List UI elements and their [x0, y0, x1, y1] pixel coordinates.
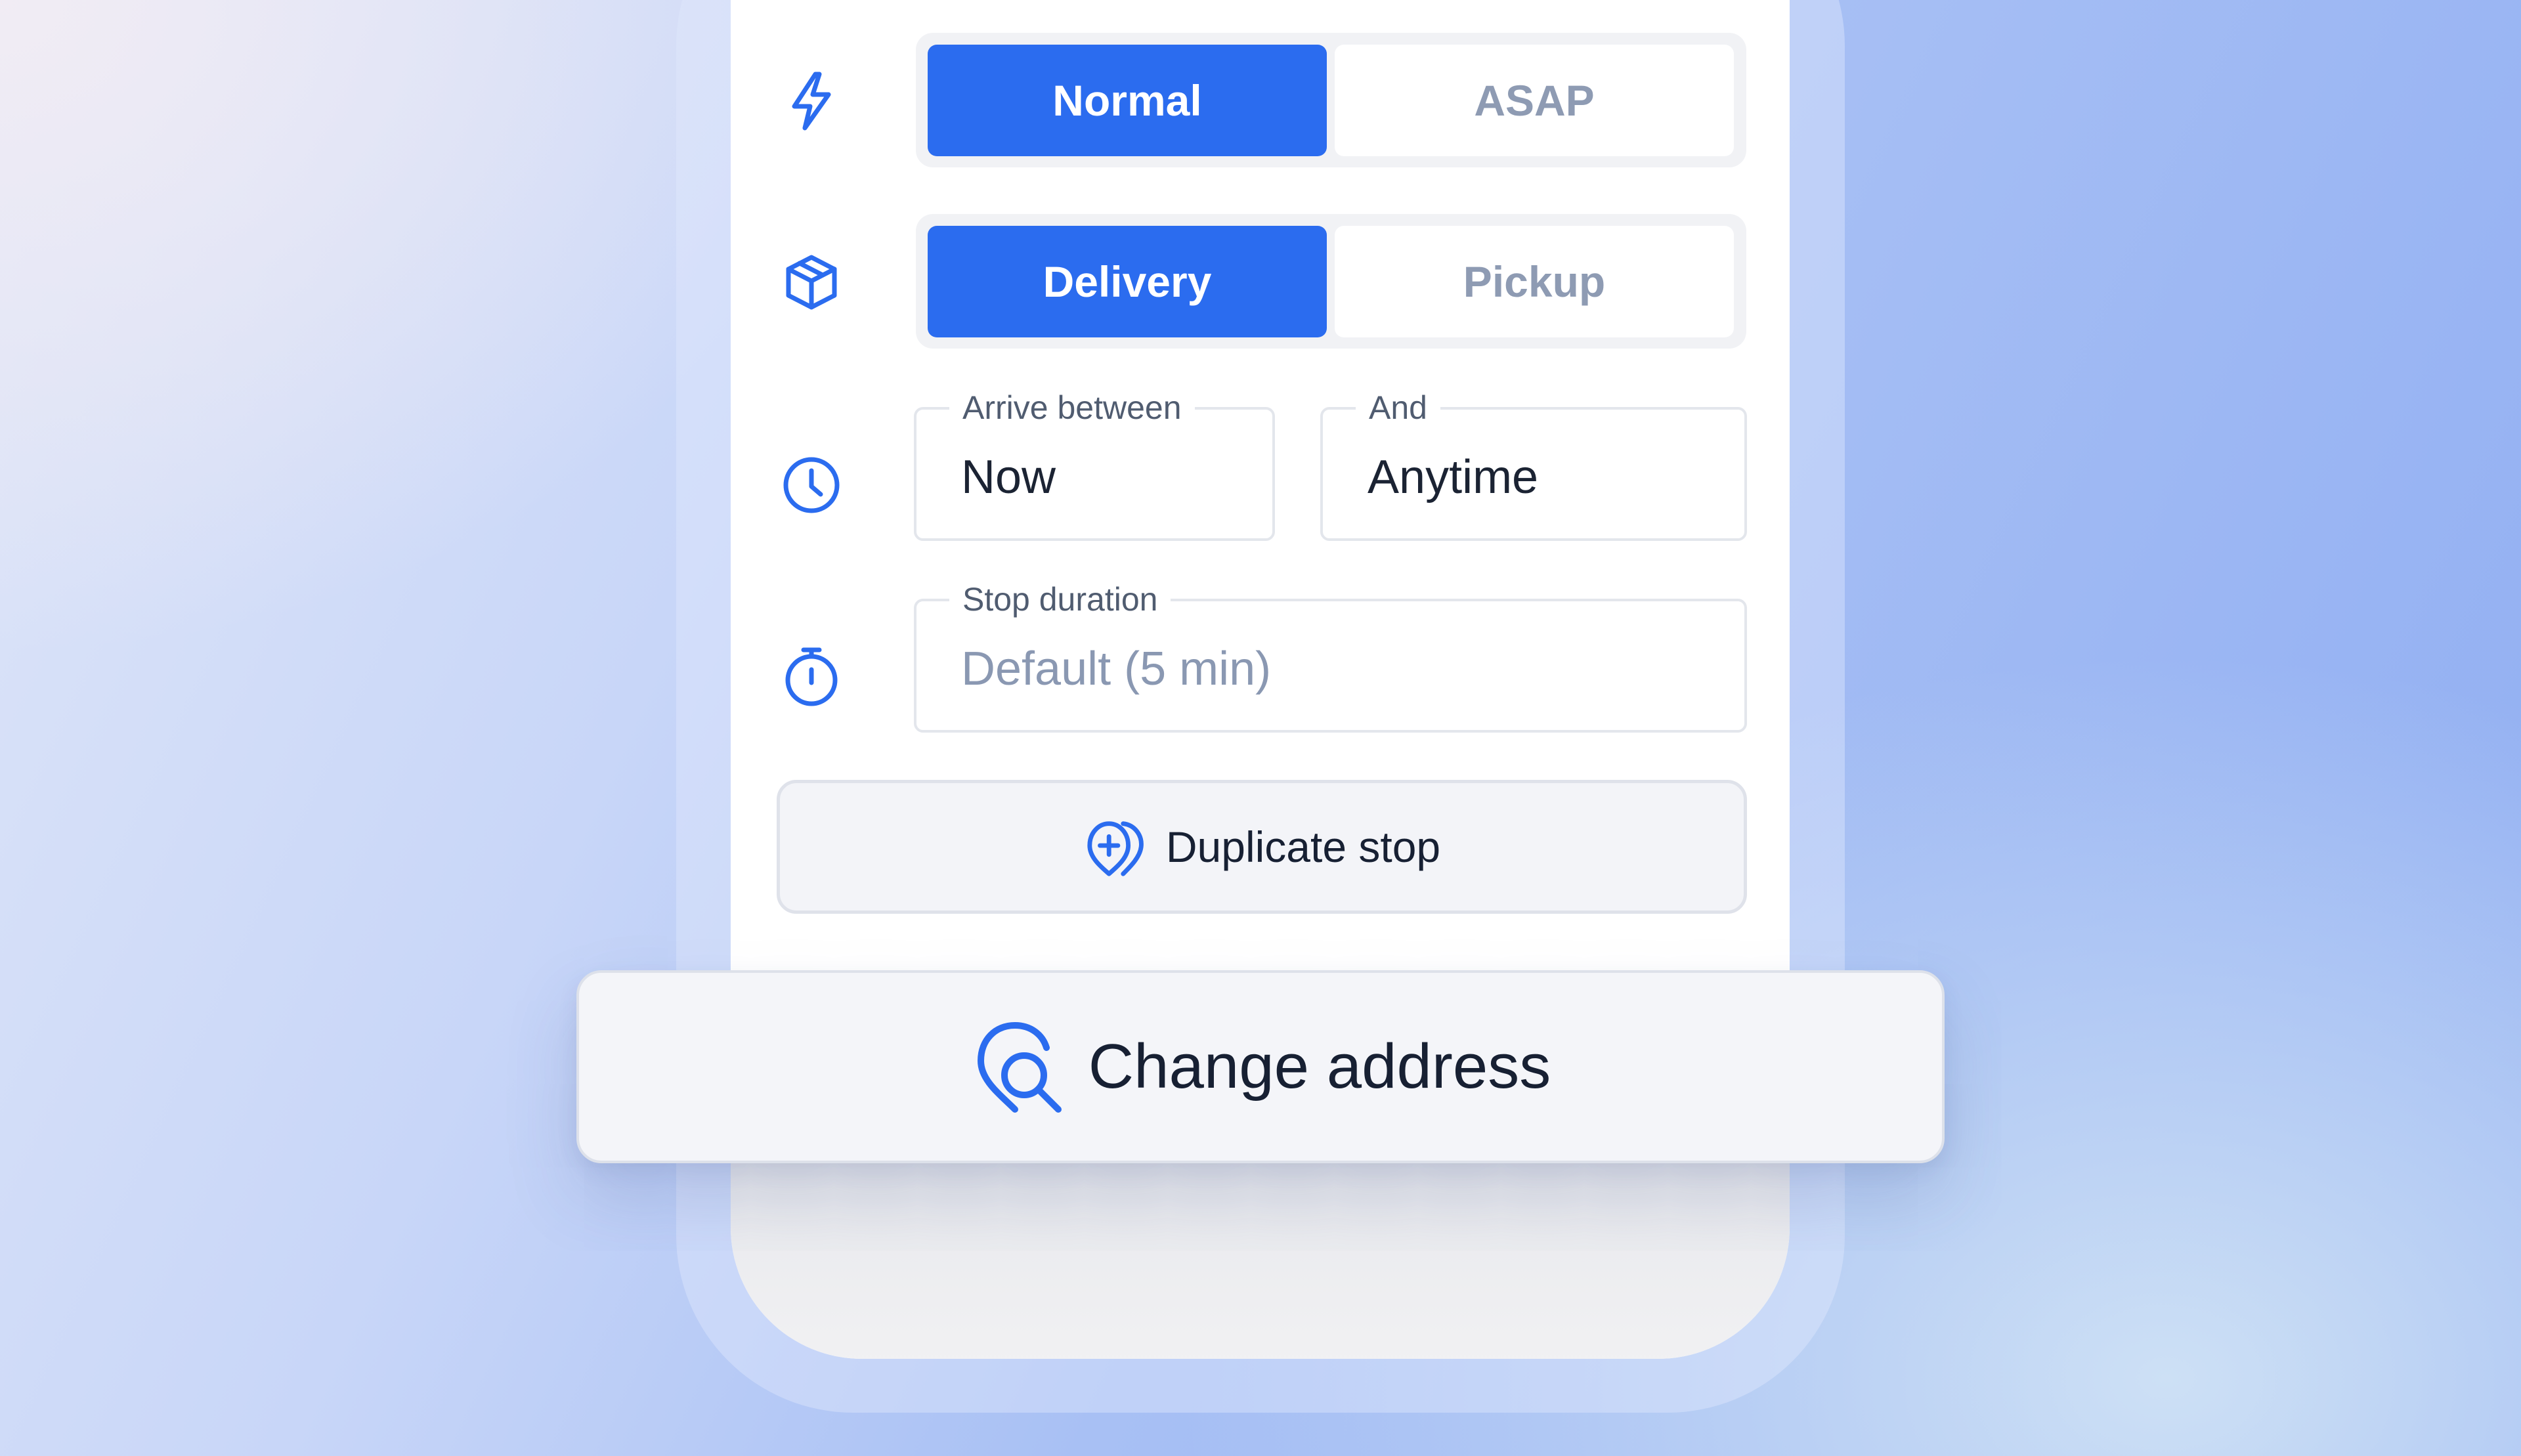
arrive-between-field[interactable]: Arrive between Now	[914, 386, 1275, 541]
stop-duration-label: Stop duration	[949, 578, 1171, 621]
arrive-and-value: Anytime	[1368, 451, 1539, 503]
clock-icon	[779, 452, 844, 518]
duplicate-stop-button[interactable]: Duplicate stop	[777, 780, 1747, 914]
change-address-label: Change address	[1088, 1031, 1551, 1102]
arrive-and-label: And	[1356, 386, 1440, 429]
stop-type-toggle: Delivery Pickup	[916, 214, 1746, 349]
stop-duration-field[interactable]: Stop duration Default (5 min)	[914, 578, 1747, 733]
stop-duration-placeholder: Default (5 min)	[961, 643, 1272, 695]
priority-toggle: Normal ASAP	[916, 33, 1746, 167]
stop-type-option-delivery[interactable]: Delivery	[928, 226, 1327, 337]
arrive-between-label: Arrive between	[949, 386, 1195, 429]
duplicate-stop-label: Duplicate stop	[1165, 823, 1441, 871]
pin-search-icon	[970, 1017, 1069, 1116]
stop-type-option-pickup[interactable]: Pickup	[1335, 226, 1734, 337]
package-box-icon	[779, 249, 844, 315]
change-address-button[interactable]: Change address	[576, 970, 1945, 1163]
priority-option-normal[interactable]: Normal	[928, 45, 1327, 156]
lightning-icon	[779, 68, 844, 134]
arrive-and-field[interactable]: And Anytime	[1320, 386, 1747, 541]
arrive-between-value: Now	[961, 451, 1056, 503]
stopwatch-icon	[779, 643, 844, 709]
priority-option-asap[interactable]: ASAP	[1335, 45, 1734, 156]
pin-plus-icon	[1083, 815, 1148, 879]
